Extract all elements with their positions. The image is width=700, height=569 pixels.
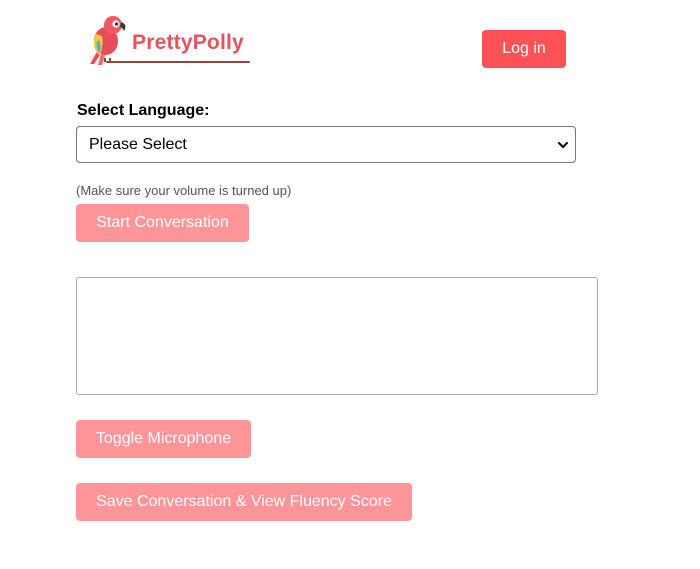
page: PrettyPolly Log in Select Language: Plea… bbox=[0, 0, 700, 569]
conversation-textarea[interactable] bbox=[76, 277, 598, 395]
save-conversation-button[interactable]: Save Conversation & View Fluency Score bbox=[76, 483, 412, 521]
language-select-value: Please Select bbox=[89, 136, 187, 153]
language-select[interactable]: Please Select bbox=[76, 126, 576, 163]
chevron-down-icon bbox=[558, 142, 568, 148]
login-button[interactable]: Log in bbox=[482, 30, 566, 68]
start-conversation-button[interactable]: Start Conversation bbox=[76, 204, 249, 242]
perch-line bbox=[106, 61, 250, 63]
brand-logo[interactable]: PrettyPolly bbox=[84, 14, 252, 66]
language-label: Select Language: bbox=[77, 102, 210, 119]
volume-hint: (Make sure your volume is turned up) bbox=[76, 183, 292, 198]
toggle-microphone-button[interactable]: Toggle Microphone bbox=[76, 420, 251, 458]
brand-name: PrettyPolly bbox=[132, 31, 244, 54]
parrot-icon bbox=[90, 16, 126, 65]
